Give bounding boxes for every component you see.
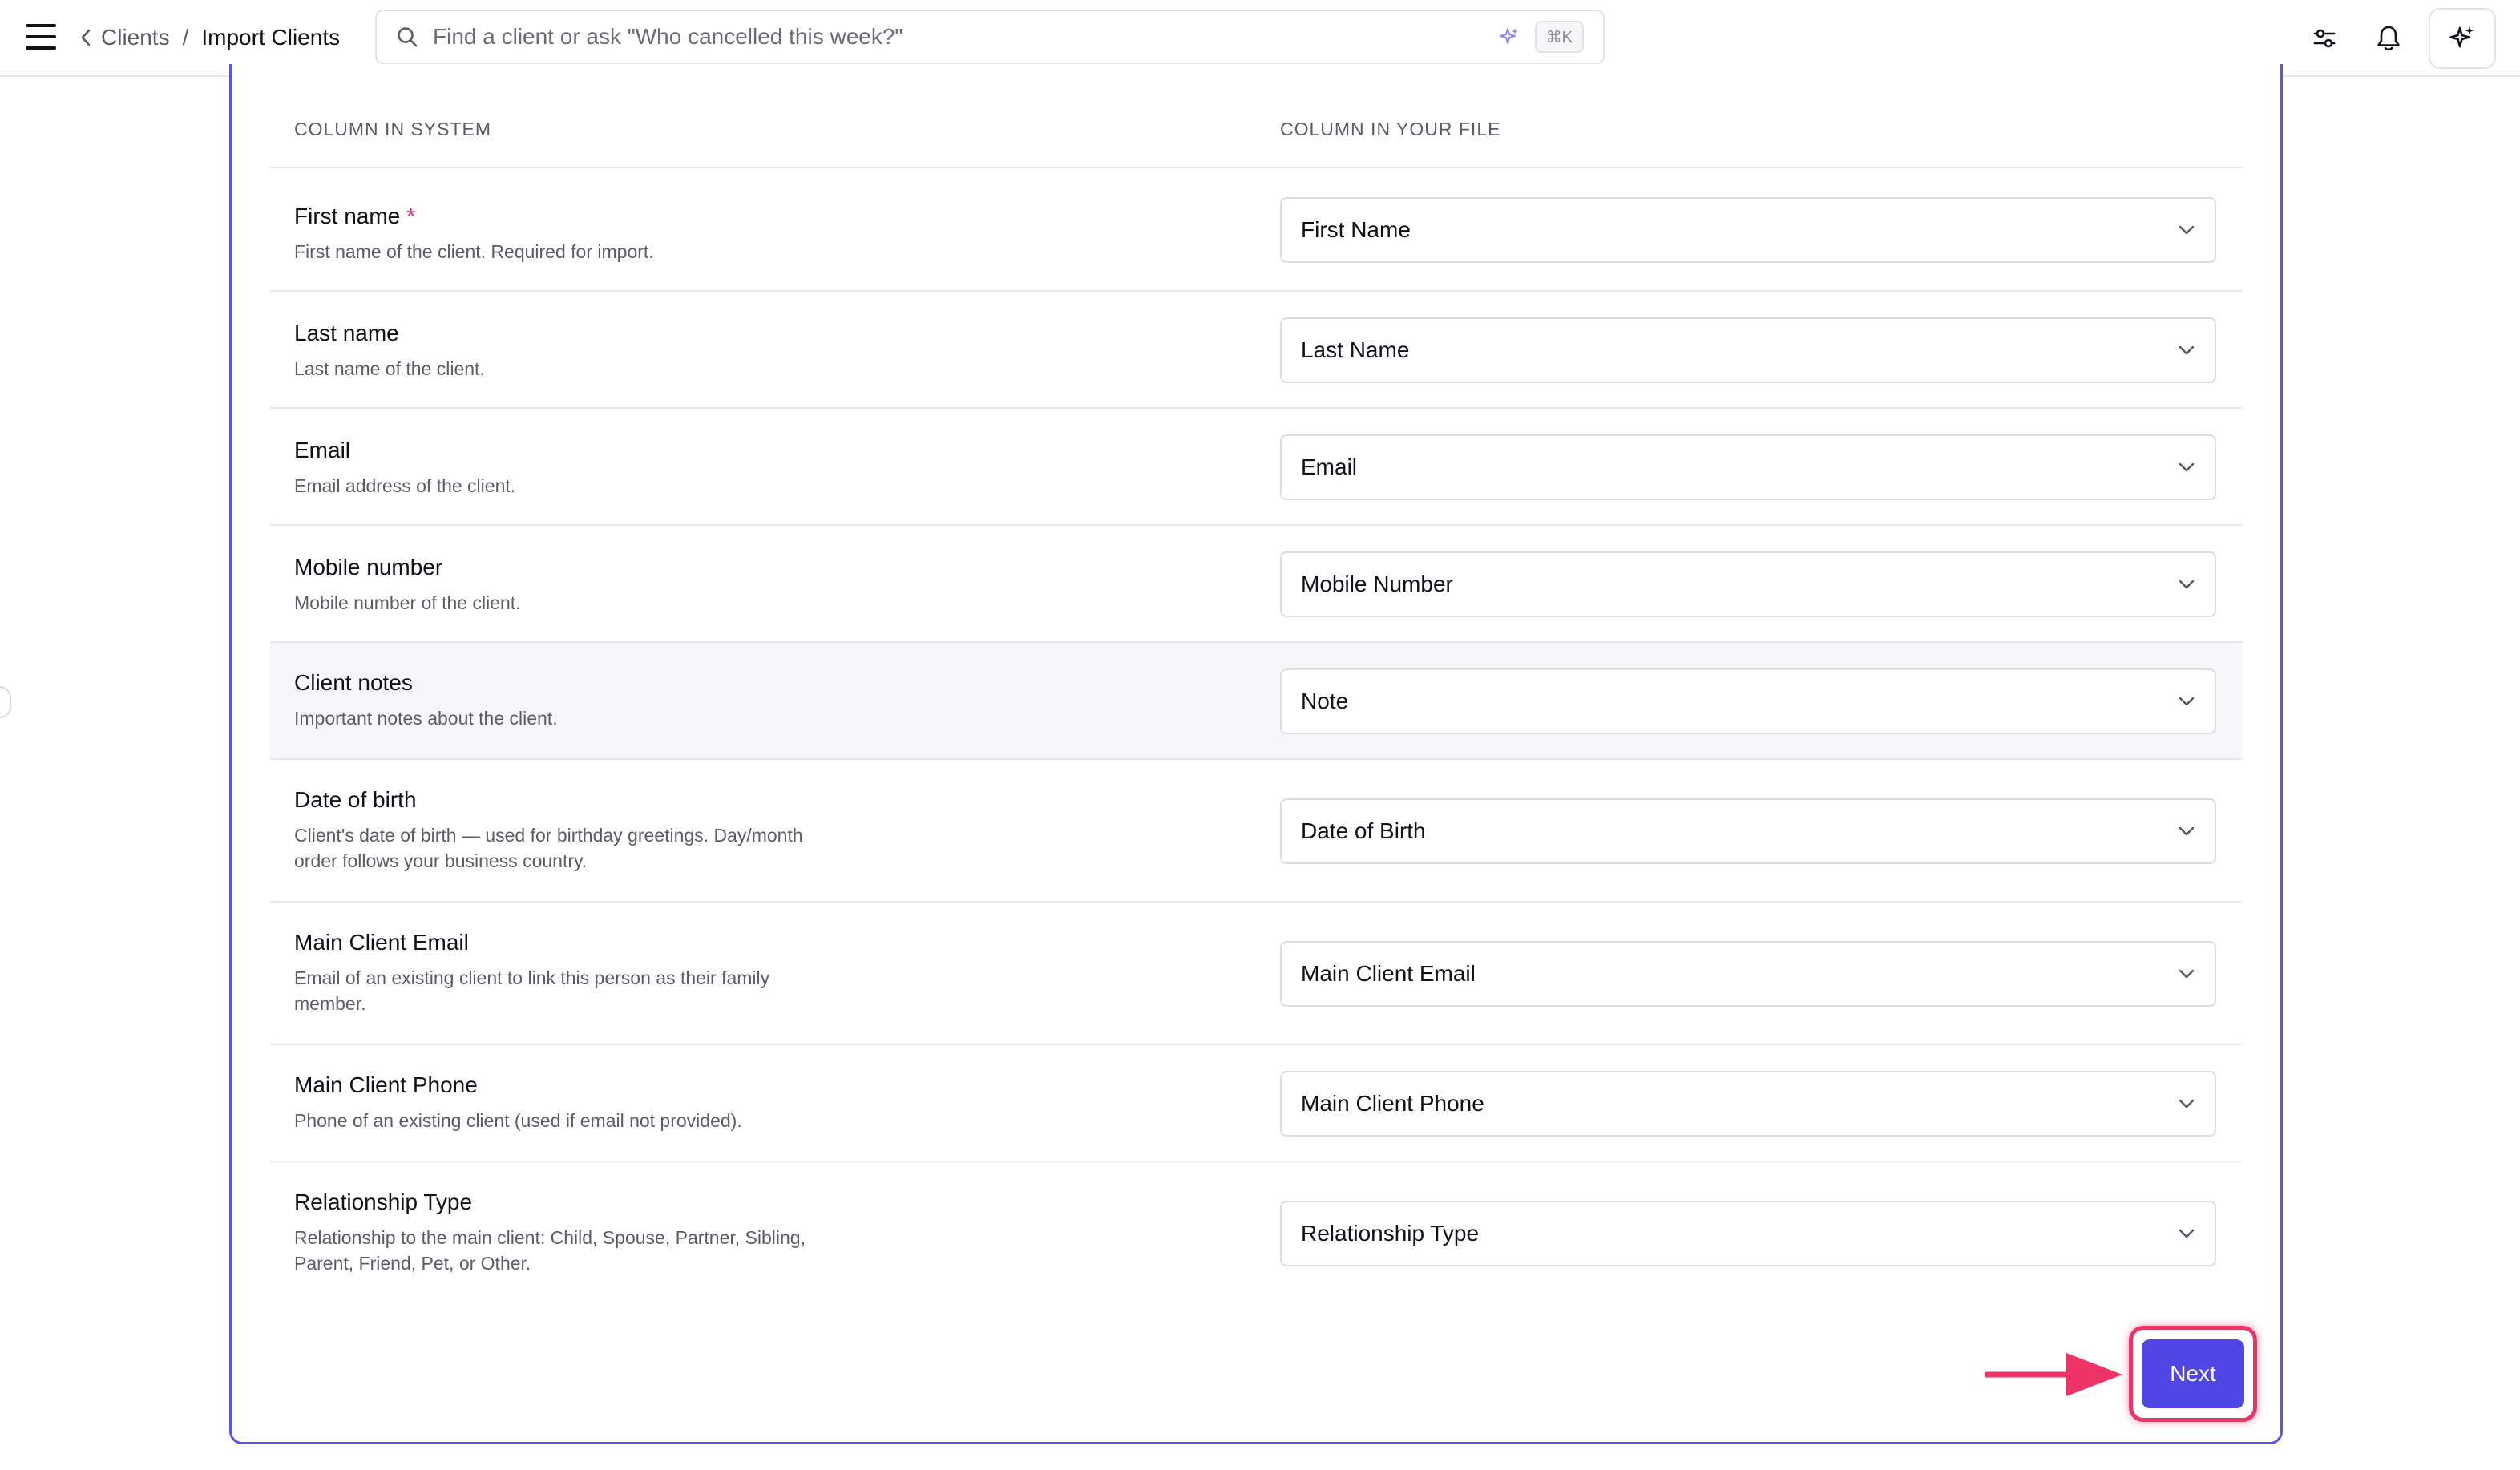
column-select[interactable]: Mobile Number xyxy=(1280,551,2216,617)
field-label: First name * xyxy=(294,204,416,228)
chevron-down-icon xyxy=(2179,1099,2195,1109)
column-select[interactable]: Email xyxy=(1280,434,2216,500)
table-row: Last name Last name of the client. Last … xyxy=(270,292,2242,409)
sidebar-toggle-handle[interactable] xyxy=(0,686,11,718)
table-row: Date of birth Client's date of birth — u… xyxy=(270,760,2242,903)
field-description: Email address of the client. xyxy=(294,475,516,496)
next-button[interactable]: Next xyxy=(2142,1339,2244,1408)
field-description: Relationship to the main client: Child, … xyxy=(294,1227,806,1274)
bell-icon[interactable] xyxy=(2371,21,2406,56)
column-select[interactable]: Main Client Phone xyxy=(1280,1071,2216,1137)
field-label: Client notes xyxy=(294,670,413,695)
chevron-down-icon xyxy=(2179,580,2195,589)
field-label: Date of birth xyxy=(294,787,417,812)
arrow-right-icon xyxy=(1985,1353,2122,1396)
chevron-left-icon xyxy=(81,29,91,46)
field-label: Main Client Email xyxy=(294,930,469,955)
shortcut-badge: ⌘K xyxy=(1534,21,1584,53)
hamburger-menu-icon[interactable] xyxy=(24,21,59,53)
field-description: Important notes about the client. xyxy=(294,708,558,729)
sparkles-icon[interactable] xyxy=(1498,26,1520,48)
table-row: Main Client Phone Phone of an existing c… xyxy=(270,1045,2242,1162)
column-select[interactable]: Note xyxy=(1280,668,2216,734)
select-value: First Name xyxy=(1301,217,1411,242)
table-row: Main Client Email Email of an existing c… xyxy=(270,903,2242,1045)
import-mapping-card: COLUMN IN SYSTEM COLUMN IN YOUR FILE Fir… xyxy=(229,64,2283,1444)
field-description: Mobile number of the client. xyxy=(294,592,521,613)
sparkles-icon xyxy=(2449,26,2474,48)
table-row: Mobile number Mobile number of the clien… xyxy=(270,526,2242,643)
breadcrumb: Clients / Import Clients xyxy=(80,18,340,58)
select-value: Main Client Phone xyxy=(1301,1091,1484,1116)
ai-assistant-button[interactable] xyxy=(2429,8,2496,69)
column-header-system: COLUMN IN SYSTEM xyxy=(294,119,492,139)
select-value: Email xyxy=(1301,454,1358,479)
search-bar: ⌘K xyxy=(375,10,1605,64)
column-select[interactable]: Last Name xyxy=(1280,317,2216,383)
search-icon xyxy=(398,27,418,47)
select-value: Note xyxy=(1301,689,1349,713)
field-description: Phone of an existing client (used if ema… xyxy=(294,1110,742,1131)
next-button-highlight: Next xyxy=(2129,1326,2257,1422)
table-row: Email Email address of the client. Email xyxy=(270,409,2242,526)
sliders-icon[interactable] xyxy=(2307,21,2342,56)
field-description: Last name of the client. xyxy=(294,358,485,379)
select-value: Relationship Type xyxy=(1301,1221,1480,1246)
select-value: Mobile Number xyxy=(1301,571,1453,596)
field-label: Main Client Phone xyxy=(294,1072,478,1097)
table-header: COLUMN IN SYSTEM COLUMN IN YOUR FILE xyxy=(270,64,2242,168)
breadcrumb-back-link[interactable]: Clients xyxy=(80,25,170,50)
field-label: Email xyxy=(294,438,351,462)
chevron-down-icon xyxy=(2179,697,2195,706)
select-value: Last Name xyxy=(1301,337,1410,362)
table-row: Client notes Important notes about the c… xyxy=(270,643,2242,760)
chevron-down-icon xyxy=(2179,462,2195,472)
column-select[interactable]: First Name xyxy=(1280,197,2216,263)
chevron-down-icon xyxy=(2179,225,2195,235)
column-select[interactable]: Relationship Type xyxy=(1280,1201,2216,1266)
select-value: Main Client Email xyxy=(1301,961,1476,986)
table-row: Relationship Type Relationship to the ma… xyxy=(270,1162,2242,1298)
field-description: Client's date of birth — used for birthd… xyxy=(294,825,803,871)
field-description: Email of an existing client to link this… xyxy=(294,967,770,1014)
field-label: Relationship Type xyxy=(294,1189,473,1214)
page-title: Import Clients xyxy=(201,25,341,50)
column-select[interactable]: Main Client Email xyxy=(1280,941,2216,1007)
chevron-down-icon xyxy=(2179,345,2195,355)
column-select[interactable]: Date of Birth xyxy=(1280,798,2216,864)
column-mapping-table: COLUMN IN SYSTEM COLUMN IN YOUR FILE Fir… xyxy=(270,64,2242,1298)
select-value: Date of Birth xyxy=(1301,818,1426,843)
column-header-file: COLUMN IN YOUR FILE xyxy=(1280,119,1501,139)
chevron-down-icon xyxy=(2179,969,2195,979)
breadcrumb-separator: / xyxy=(182,25,189,50)
field-label: Mobile number xyxy=(294,555,443,580)
field-description: First name of the client. Required for i… xyxy=(294,241,654,262)
breadcrumb-parent: Clients xyxy=(101,25,170,50)
chevron-down-icon xyxy=(2179,826,2195,836)
table-row: First name * First name of the client. Re… xyxy=(270,168,2242,292)
chevron-down-icon xyxy=(2179,1229,2195,1238)
field-label: Last name xyxy=(294,321,399,345)
required-marker: * xyxy=(406,204,416,228)
search-input[interactable] xyxy=(433,24,1498,50)
